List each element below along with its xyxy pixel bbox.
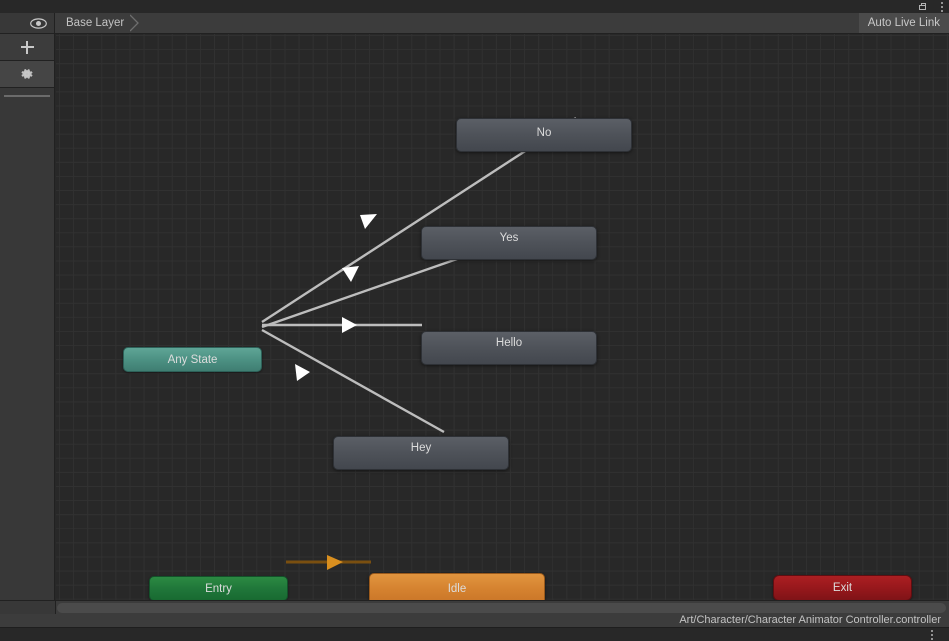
breadcrumb-item-base-layer[interactable]: Base Layer <box>56 13 130 33</box>
plus-icon <box>20 40 34 54</box>
layer-settings-button[interactable] <box>0 61 54 88</box>
layer-visibility-cell[interactable] <box>0 13 55 33</box>
selected-layer-indicator <box>4 95 50 97</box>
transition-arrow-any-to-no <box>360 214 377 229</box>
state-node-label: Any State <box>167 354 218 366</box>
state-node-label: No <box>536 127 552 139</box>
state-node-exit[interactable]: Exit <box>773 575 912 600</box>
add-layer-button[interactable] <box>0 34 54 61</box>
state-node-no[interactable]: No <box>456 118 632 152</box>
state-node-entry[interactable]: Entry <box>149 576 288 600</box>
layer-panel <box>0 34 55 600</box>
auto-live-link-button[interactable]: Auto Live Link <box>858 13 949 33</box>
chevron-right-icon <box>130 13 140 33</box>
horizontal-scrollbar-thumb[interactable] <box>57 603 946 613</box>
state-node-label: Hey <box>410 442 432 454</box>
transition-arrow-any-to-hello <box>342 317 357 333</box>
kebab-menu-icon[interactable] <box>930 629 933 640</box>
scrollbar-corner <box>0 600 56 614</box>
transition-line-any-to-hey <box>261 328 445 434</box>
gear-icon <box>21 69 33 79</box>
maximize-icon[interactable] <box>919 2 928 11</box>
transition-arrow-any-to-hey <box>295 364 310 381</box>
state-node-hey[interactable]: Hey <box>333 436 509 470</box>
asset-path-label: Art/Character/Character Animator Control… <box>679 614 941 626</box>
state-node-any-state[interactable]: Any State <box>123 347 262 372</box>
transition-arrow-entry-to-idle <box>327 555 343 570</box>
state-node-hello[interactable]: Hello <box>421 331 597 365</box>
animator-window: Base Layer Auto Live Link Any State No Y… <box>0 0 949 641</box>
horizontal-scrollbar[interactable] <box>56 600 949 614</box>
status-bar: Art/Character/Character Animator Control… <box>0 614 949 627</box>
state-node-label: Hello <box>495 337 523 349</box>
window-chrome-controls <box>919 0 943 13</box>
window-footer <box>0 627 949 641</box>
state-node-label: Idle <box>447 583 467 595</box>
breadcrumb[interactable]: Base Layer <box>56 13 140 33</box>
state-node-label: Exit <box>832 582 853 594</box>
state-node-label: Yes <box>499 232 519 244</box>
eye-icon[interactable] <box>30 17 47 29</box>
state-node-idle[interactable]: Idle <box>369 573 545 600</box>
transition-arrow-any-to-yes <box>342 266 359 282</box>
kebab-menu-icon[interactable] <box>940 1 943 12</box>
window-chrome-strip <box>0 0 949 13</box>
state-machine-canvas[interactable]: Any State No Yes Hello Hey Entry Idle Ex… <box>56 34 949 600</box>
state-node-yes[interactable]: Yes <box>421 226 597 260</box>
state-node-label: Entry <box>205 583 232 595</box>
animator-toolbar: Base Layer Auto Live Link <box>0 13 949 34</box>
